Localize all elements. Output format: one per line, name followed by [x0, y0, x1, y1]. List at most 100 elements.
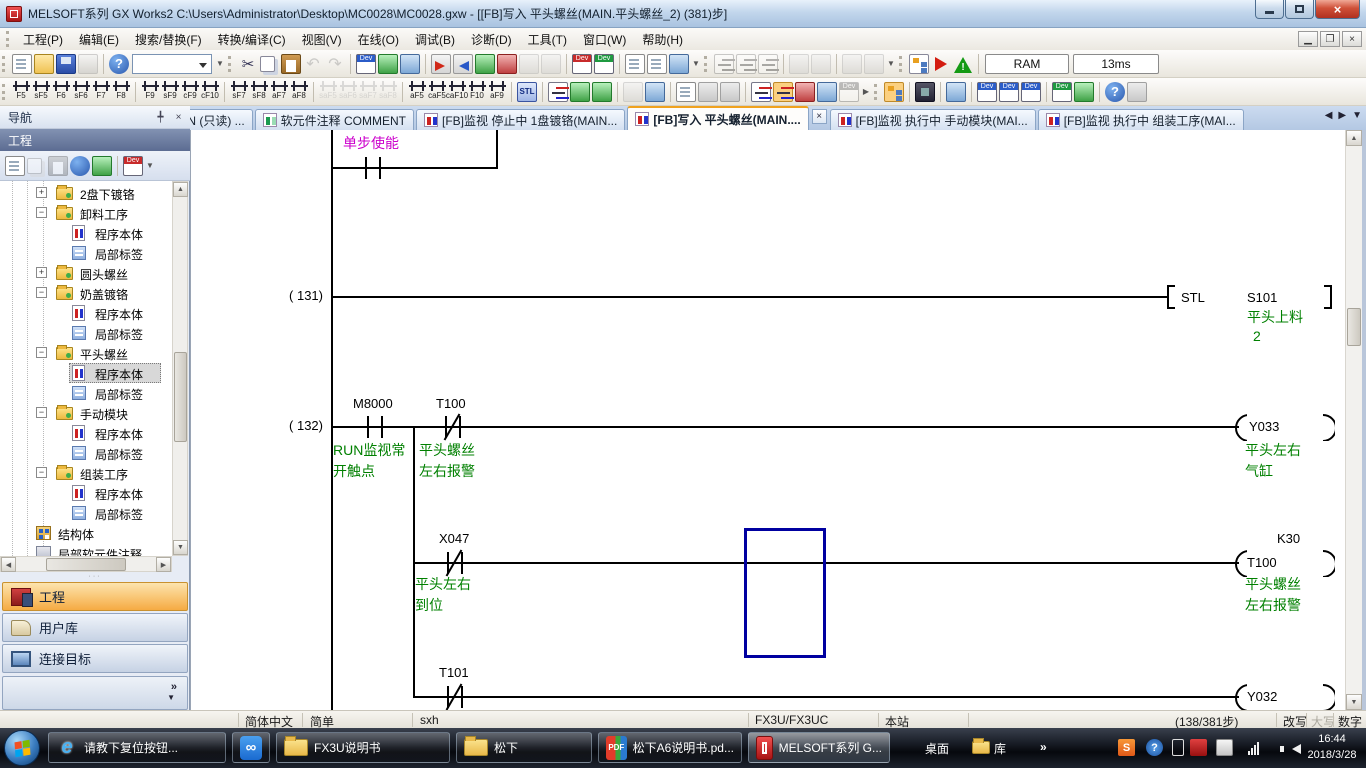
device-comment-icon[interactable]	[839, 82, 859, 102]
scroll-up-icon[interactable]: ▲	[173, 182, 188, 197]
ladder-rising-pulse-button[interactable]: sF7	[229, 79, 249, 104]
menu-edit[interactable]: 编辑(E)	[71, 28, 127, 51]
melsoft-tray-icon[interactable]	[1190, 739, 1207, 756]
scroll-left-icon[interactable]: ◀	[1, 557, 16, 572]
edit-block-icon[interactable]	[789, 54, 809, 74]
taskbar-item-melsoft[interactable]: MELSOFT系列 G...	[748, 732, 890, 763]
tree-item-program-body[interactable]: 程序本体	[0, 483, 172, 503]
ladder-block-up-icon[interactable]	[842, 54, 862, 74]
refresh-icon[interactable]	[92, 156, 112, 176]
tree-item-shoudong-mokuai[interactable]: − 手动模块	[0, 403, 172, 423]
edit-block2-icon[interactable]	[811, 54, 831, 74]
ladder-parallel-invert-rising-button[interactable]: saF7	[358, 79, 378, 104]
help2-icon[interactable]: ?	[1105, 82, 1125, 102]
write-mode-icon[interactable]	[623, 82, 643, 102]
tree-horizontal-scrollbar[interactable]: ◀ ▶	[0, 556, 172, 572]
tab-scroll-right-icon[interactable]: ▶	[1338, 110, 1346, 121]
note-edit-icon[interactable]	[720, 82, 740, 102]
contact-t100-label[interactable]: T100	[436, 396, 466, 411]
tree-item-zuzhuang-gongxu[interactable]: − 组装工序	[0, 463, 172, 483]
tab-fb-monitor-1pan[interactable]: [FB]监视 停止中 1盘镀铬(MAIN...	[416, 109, 625, 130]
taskbar-item-folder-fx3u[interactable]: FX3U说明书	[276, 732, 450, 763]
read-from-plc-icon[interactable]	[453, 54, 473, 74]
tree-item-local-label[interactable]: 局部标签	[0, 323, 172, 343]
device-display-red-icon[interactable]	[572, 54, 592, 74]
taskbar-item-baidu-cloud[interactable]: ∞	[232, 732, 270, 763]
chevron-icon[interactable]: »	[171, 681, 177, 693]
program-check-icon[interactable]	[909, 54, 929, 74]
tree-vertical-scrollbar[interactable]: ▲ ▼	[172, 181, 188, 556]
insert-row-icon[interactable]	[714, 54, 734, 74]
menu-online[interactable]: 在线(O)	[350, 28, 407, 51]
help-tray-icon[interactable]: ?	[1146, 739, 1163, 756]
device-search-icon[interactable]	[1074, 82, 1094, 102]
coil-t100-label[interactable]: T100	[1247, 555, 1277, 570]
tree-item-local-label[interactable]: 局部标签	[0, 383, 172, 403]
scroll-down-icon[interactable]: ▼	[173, 540, 188, 555]
tree-item-local-device-comment[interactable]: 局部软元件注释	[0, 543, 172, 556]
insert-column-icon[interactable]	[758, 54, 778, 74]
toolbar-overflow-icon[interactable]: ▼	[214, 54, 226, 74]
collapse-icon[interactable]: −	[36, 207, 47, 218]
paste-icon[interactable]	[281, 54, 301, 74]
show-hidden-icons-icon[interactable]	[1172, 739, 1184, 756]
coil-y032-label[interactable]: Y032	[1247, 689, 1277, 704]
tab-device-comment[interactable]: 软元件注释 COMMENT	[255, 109, 414, 130]
chevron-down-icon[interactable]: ▼	[167, 693, 175, 702]
taskbar-item-folder-songxia[interactable]: 松下	[456, 732, 592, 763]
expand-icon[interactable]: +	[36, 187, 47, 198]
ladder-open-contact-button[interactable]: F5	[11, 79, 31, 104]
toolbar-overflow-icon[interactable]: ▼	[885, 54, 897, 74]
device-display-green-icon[interactable]	[594, 54, 614, 74]
inline-st-icon[interactable]	[548, 82, 568, 102]
tab-main-readonly[interactable]: IN (只读) ...	[190, 109, 253, 130]
tab-fb-write-pingtou[interactable]: [FB]写入 平头螺丝(MAIN....	[627, 106, 808, 130]
run-icon[interactable]	[931, 54, 951, 74]
read-mode-icon[interactable]	[592, 82, 612, 102]
ladder-parallel-falling-pulse-button[interactable]: aF8	[289, 79, 309, 104]
menu-compile[interactable]: 转换/编译(C)	[210, 28, 294, 51]
nav-toolbar-dropdown-icon[interactable]: ▼	[144, 156, 156, 176]
library-folder-icon[interactable]	[972, 741, 990, 754]
ladder-branch-button[interactable]: F10	[467, 79, 487, 104]
redo-icon[interactable]: ↷	[325, 54, 345, 74]
tree-item-pingtou-luosi[interactable]: − 平头螺丝	[0, 343, 172, 363]
ladder-horizontal-line-button[interactable]: F9	[140, 79, 160, 104]
ladder-pulse-contact-button[interactable]: caF5	[427, 79, 447, 104]
device-test-icon[interactable]	[378, 54, 398, 74]
mdi-close-button[interactable]: ×	[1342, 31, 1362, 47]
ime-tray-icon[interactable]	[1216, 739, 1233, 756]
tab-close-icon[interactable]: ×	[812, 109, 827, 124]
statement-edit-icon[interactable]	[698, 82, 718, 102]
monitor-pause-icon[interactable]	[519, 54, 539, 74]
tab-fb-monitor-zuzhuang[interactable]: [FB]监视 执行中 组装工序(MAI...	[1038, 109, 1244, 130]
data-property-icon[interactable]	[70, 156, 90, 176]
ladder-parallel-closed-contact-button[interactable]: sF6	[71, 79, 91, 104]
tree-item-yuantou-luosi[interactable]: + 圆头螺丝	[0, 263, 172, 283]
monitor-resume-icon[interactable]	[541, 54, 561, 74]
panel-splitter[interactable]: ···	[0, 572, 190, 581]
sort-filter-icon[interactable]	[123, 156, 143, 176]
mdi-restore-button[interactable]: ❐	[1320, 31, 1340, 47]
scroll-up-icon[interactable]: ▲	[1346, 130, 1362, 146]
ladder-closed-contact-button[interactable]: F6	[51, 79, 71, 104]
ladder-parallel-open-contact-button[interactable]: sF5	[31, 79, 51, 104]
ladder-editor[interactable]: 单步使能 ( 131) STL S101 平头上料 2 ( 132) M8000…	[190, 130, 1345, 710]
tree-item-2pan-xia-duge[interactable]: + 2盘下镀铬	[0, 183, 172, 203]
continuous-paste-icon[interactable]	[773, 82, 793, 102]
ladder-vertical-line-button[interactable]: sF9	[160, 79, 180, 104]
pane-button-project[interactable]: 工程	[2, 582, 188, 611]
pane-button-user-library[interactable]: 用户库	[2, 613, 188, 642]
coil-y033-label[interactable]: Y033	[1249, 419, 1279, 434]
ladder-invert-operation-button[interactable]: aF5	[407, 79, 427, 104]
menu-view[interactable]: 视图(V)	[294, 28, 350, 51]
desktop-toolbar-label[interactable]: 桌面	[925, 740, 949, 757]
taskbar-chevron-icon[interactable]: »	[1040, 740, 1047, 754]
pane-button-connection-destination[interactable]: 连接目标	[2, 644, 188, 673]
find-binoculars-icon[interactable]	[1127, 82, 1147, 102]
tree-item-naigai-duge[interactable]: − 奶盖镀铬	[0, 283, 172, 303]
edit-cursor-cell[interactable]	[744, 528, 826, 658]
tab-scroll-left-icon[interactable]: ◀	[1325, 110, 1333, 121]
taskbar-clock[interactable]: 16:44 2018/3/28	[1300, 731, 1364, 763]
ladder-parallel-invert-falling-button[interactable]: saF8	[378, 79, 398, 104]
